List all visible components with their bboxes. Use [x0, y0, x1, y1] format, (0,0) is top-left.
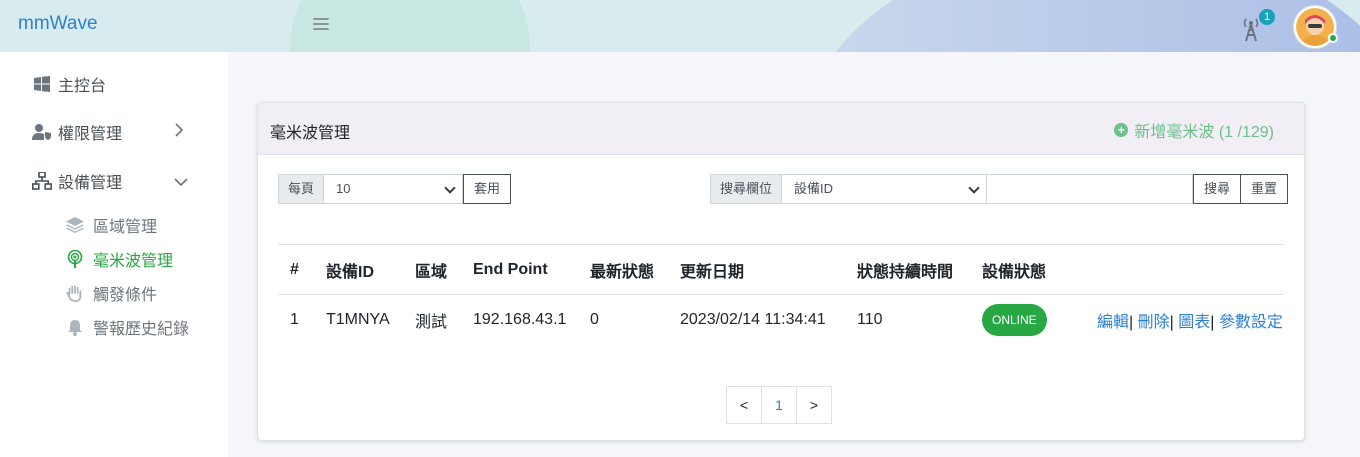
search-group: 搜尋欄位 設備ID 搜尋 重置: [710, 174, 1289, 204]
separator: |: [1210, 313, 1215, 331]
podcast-icon: [66, 250, 84, 268]
column-header: 更新日期: [668, 244, 845, 295]
plus-circle-icon: +: [1114, 123, 1129, 137]
column-header: 設備狀態: [970, 244, 1071, 295]
sidebar-subitem-trigger-conditions[interactable]: 觸發條件: [66, 282, 157, 304]
card-header: 毫米波管理 + 新增毫米波 (1 /129): [258, 103, 1304, 155]
search-field-value: 設備ID: [794, 181, 834, 196]
cell-area: 測試: [415, 313, 448, 331]
sidebar-item-label: 權限管理: [58, 126, 123, 143]
top-navbar: mmWave 1: [0, 0, 1360, 52]
card-title: 毫米波管理: [270, 125, 351, 142]
column-header: 狀態持續時間: [845, 244, 970, 295]
chevron-down-icon: [444, 182, 456, 194]
sidebar-subitem-mmwave-management[interactable]: 毫米波管理: [66, 248, 173, 270]
pagination-page[interactable]: 1: [761, 386, 797, 424]
bell-icon: [66, 318, 84, 336]
pagination-next[interactable]: >: [796, 386, 832, 424]
table-row: 1 T1MNYA 測試 192.168.43.1 0 2023/02/14 11…: [278, 295, 1284, 345]
chevron-down-icon[interactable]: [174, 174, 188, 190]
sidebar-item-label: 主控台: [58, 78, 107, 95]
cell-endpoint: 192.168.43.1: [473, 310, 567, 328]
edit-link[interactable]: 編輯: [1097, 314, 1129, 331]
sidebar-item-label: 設備管理: [58, 175, 123, 192]
network-icon: [32, 171, 52, 191]
status-badge: ONLINE: [982, 303, 1047, 336]
sidebar-subitem-alarm-history[interactable]: 警報歷史紀錄: [66, 316, 189, 338]
header-decoration: [800, 0, 1360, 52]
column-header: #: [278, 244, 314, 295]
search-field-label: 搜尋欄位: [710, 174, 783, 204]
separator: |: [1169, 313, 1174, 331]
parameter-settings-link[interactable]: 參數設定: [1219, 314, 1283, 331]
cell-latest-status: 0: [590, 310, 599, 328]
sidebar-subitem-label: 毫米波管理: [93, 253, 174, 270]
chevron-right-icon[interactable]: [174, 123, 184, 140]
windows-icon: [32, 74, 52, 94]
mmwave-management-card: 毫米波管理 + 新增毫米波 (1 /129) 每頁 10 套用 搜尋欄位 設備I…: [257, 102, 1305, 441]
sidebar-subitem-label: 觸發條件: [93, 287, 158, 304]
hand-icon: [66, 284, 84, 302]
cell-index: 1: [290, 310, 299, 328]
layers-icon: [66, 216, 84, 234]
brand-logo[interactable]: mmWave: [18, 13, 98, 35]
sidebar-subitem-area-management[interactable]: 區域管理: [66, 214, 157, 236]
column-header: End Point: [461, 244, 578, 295]
sidebar: 主控台 權限管理 設備管理 區域管理 毫米波管理 觸發條件 警報歷史紀錄: [0, 52, 228, 457]
per-page-label: 每頁: [278, 174, 325, 204]
cell-updated: 2023/02/14 11:34:41: [680, 310, 826, 328]
cell-device-status: ONLINE: [970, 295, 1071, 345]
cell-device-id: T1MNYA: [326, 310, 390, 328]
sidebar-subitem-label: 警報歷史紀錄: [93, 321, 190, 338]
per-page-value: 10: [336, 181, 351, 196]
column-header: 設備ID: [314, 244, 403, 295]
pagination-prev[interactable]: <: [726, 386, 762, 424]
notification-badge: 1: [1259, 9, 1275, 25]
cell-actions: 編輯| 刪除| 圖表| 參數設定: [1071, 295, 1284, 345]
sidebar-item-permissions[interactable]: 權限管理: [32, 120, 122, 144]
per-page-select[interactable]: 10: [324, 174, 464, 204]
user-shield-icon: [32, 122, 52, 142]
column-header: [1071, 244, 1284, 295]
add-mmwave-label: 新增毫米波 (1 /129): [1134, 124, 1274, 141]
sidebar-item-dashboard[interactable]: 主控台: [32, 72, 106, 96]
chevron-down-icon: [968, 182, 980, 194]
online-indicator: [1328, 33, 1338, 43]
mmwave-table: # 設備ID 區域 End Point 最新狀態 更新日期 狀態持續時間 設備狀…: [278, 244, 1284, 345]
broadcast-tower-icon[interactable]: [1241, 16, 1261, 42]
apply-button[interactable]: 套用: [463, 174, 512, 204]
column-header: 最新狀態: [578, 244, 668, 295]
table-header-row: # 設備ID 區域 End Point 最新狀態 更新日期 狀態持續時間 設備狀…: [278, 244, 1284, 295]
separator: |: [1129, 313, 1134, 331]
add-mmwave-button[interactable]: + 新增毫米波 (1 /129): [1114, 118, 1274, 142]
chart-link[interactable]: 圖表: [1178, 314, 1210, 331]
search-input[interactable]: [987, 174, 1194, 204]
sidebar-item-device-management[interactable]: 設備管理: [32, 169, 122, 193]
column-header: 區域: [403, 244, 461, 295]
per-page-group: 每頁 10 套用: [278, 174, 512, 204]
cell-duration: 110: [857, 310, 883, 328]
sidebar-subitem-label: 區域管理: [93, 219, 158, 236]
menu-toggle-icon[interactable]: [313, 16, 329, 32]
search-field-select[interactable]: 設備ID: [782, 174, 988, 204]
pagination: < 1 >: [726, 386, 832, 424]
reset-button[interactable]: 重置: [1241, 174, 1289, 204]
delete-link[interactable]: 刪除: [1138, 314, 1170, 331]
search-button[interactable]: 搜尋: [1193, 174, 1242, 204]
